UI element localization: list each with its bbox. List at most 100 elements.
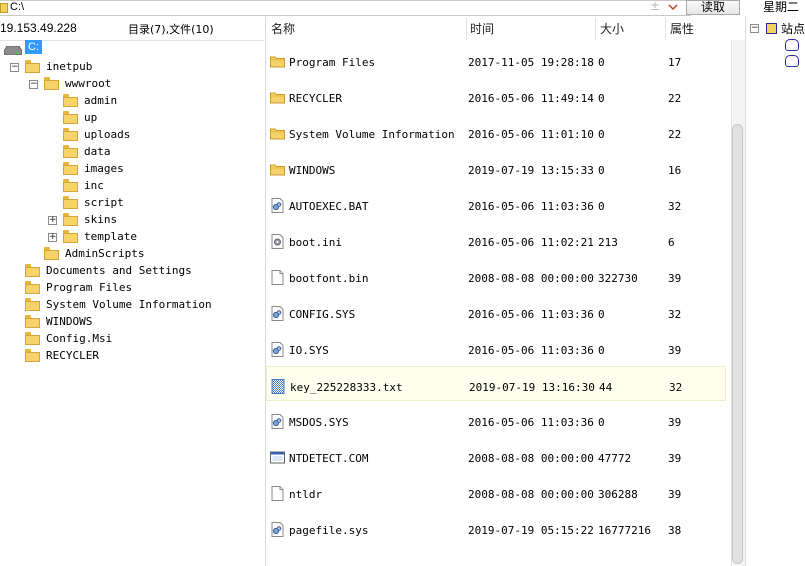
file-size: 0 (598, 128, 605, 141)
address-bar[interactable] (0, 0, 691, 16)
file-row[interactable]: bootfont.bin 2008-08-08 00:00:00 322730 39 (266, 258, 726, 293)
executable-file-icon (270, 450, 285, 465)
folder-icon (25, 315, 40, 328)
file-name: Program Files (289, 56, 376, 69)
column-header-time[interactable]: 时间 (470, 20, 494, 38)
scrollbar-thumb[interactable] (732, 124, 743, 564)
tree-item-label: wwwroot (65, 77, 112, 90)
folder-icon (25, 60, 40, 73)
file-attr: 38 (668, 524, 682, 537)
chevron-down-icon[interactable] (666, 0, 680, 14)
file-attr: 22 (668, 92, 682, 105)
file-row[interactable]: NTDETECT.COM 2008-08-08 00:00:00 47772 39 (266, 438, 726, 473)
file-row[interactable]: pagefile.sys 2019-07-19 05:15:22 16777216 3… (266, 510, 726, 545)
tree-drive-c[interactable]: C: (25, 40, 42, 54)
folder-icon (25, 349, 40, 362)
site-node-icon (766, 23, 777, 34)
file-row[interactable]: AUTOEXEC.BAT 2016-05-06 11:03:36 0 32 (266, 186, 726, 221)
file-time: 2016-05-06 11:03:36 (468, 344, 594, 357)
file-time: 2016-05-06 11:03:36 (468, 200, 594, 213)
site-node-label[interactable]: 站点 (781, 20, 805, 37)
tree-item-label: System Volume Information (46, 298, 212, 311)
folder-icon (63, 128, 78, 141)
tree-item-label: template (84, 230, 137, 243)
folder-icon (270, 90, 285, 105)
text-file-icon (271, 379, 286, 394)
file-row[interactable]: RECYCLER 2016-05-06 11:49:14 0 22 (266, 78, 726, 113)
file-row[interactable]: Program Files 2017-11-05 19:28:18 0 17 (266, 42, 726, 77)
site-child-icon[interactable] (785, 39, 799, 51)
folder-icon (63, 213, 78, 226)
file-row[interactable]: boot.ini 2016-05-06 11:02:21 213 6 (266, 222, 726, 257)
file-list: Program Files 2017-11-05 19:28:18 0 17 RECYC… (266, 40, 730, 566)
file-name: bootfont.bin (289, 272, 369, 285)
file-attr: 22 (668, 128, 682, 141)
site-child-icon[interactable] (785, 55, 799, 67)
folder-icon (63, 196, 78, 209)
tree-item-label: inetpub (46, 60, 93, 73)
file-size: 47772 (598, 452, 632, 465)
tree-item-label: WINDOWS (46, 315, 93, 328)
column-header-size[interactable]: 大小 (600, 20, 624, 38)
collapse-icon[interactable]: − (10, 63, 19, 72)
column-separator[interactable] (665, 18, 666, 40)
tree-item-label: inc (84, 179, 104, 192)
file-attr: 39 (668, 452, 682, 465)
folder-icon (25, 281, 40, 294)
file-row[interactable]: System Volume Information 2016-05-06 11:0… (266, 114, 726, 149)
address-path-text[interactable]: C:\ (10, 0, 24, 14)
file-name: key_225228333.txt (290, 381, 403, 394)
file-row[interactable]: CONFIG.SYS 2016-05-06 11:03:36 0 32 (266, 294, 726, 329)
system-file-icon (270, 522, 285, 537)
expand-icon[interactable]: + (48, 233, 57, 242)
file-attr: 39 (668, 344, 682, 357)
column-separator[interactable] (466, 18, 467, 40)
file-row[interactable]: IO.SYS 2016-05-06 11:03:36 0 39 (266, 330, 726, 365)
folder-icon (25, 264, 40, 277)
tree-item-label: RECYCLER (46, 349, 99, 362)
column-header-name[interactable]: 名称 (271, 20, 295, 38)
folder-icon (63, 230, 78, 243)
file-row[interactable]: ntldr 2008-08-08 00:00:00 306288 39 (266, 474, 726, 509)
file-time: 2008-08-08 00:00:00 (468, 488, 594, 501)
file-time: 2016-05-06 11:49:14 (468, 92, 594, 105)
file-size: 0 (598, 344, 605, 357)
file-size: 0 (598, 200, 605, 213)
tree-item-label: images (84, 162, 124, 175)
collapse-icon[interactable]: − (750, 24, 759, 33)
file-time: 2016-05-06 11:02:21 (468, 236, 594, 249)
file-row[interactable]: MSDOS.SYS 2016-05-06 11:03:36 0 39 (266, 402, 726, 437)
folder-icon (270, 54, 285, 69)
file-time: 2019-07-19 13:15:33 (468, 164, 594, 177)
expand-icon[interactable]: + (48, 216, 57, 225)
column-header-attr[interactable]: 属性 (670, 20, 694, 38)
tree-item-label: Config.Msi (46, 332, 113, 345)
system-file-icon (270, 306, 285, 321)
file-row[interactable]: key_225228333.txt 2019-07-19 13:16:30 44 32 (266, 366, 726, 401)
column-separator[interactable] (595, 18, 596, 40)
settings-file-icon (270, 234, 285, 249)
file-row[interactable]: WINDOWS 2019-07-19 13:15:33 0 16 (266, 150, 726, 185)
file-size: 0 (598, 308, 605, 321)
collapse-icon[interactable]: − (29, 80, 38, 89)
folder-icon (63, 162, 78, 175)
file-name: ntldr (289, 488, 323, 501)
batch-file-icon (270, 198, 285, 213)
read-button[interactable]: 读取 (686, 0, 740, 15)
folder-icon (25, 332, 40, 345)
file-name: WINDOWS (289, 164, 336, 177)
tree-item-label: AdminScripts (65, 247, 145, 260)
file-attr: 39 (668, 272, 682, 285)
file-size: 0 (598, 56, 605, 69)
plus-minus-icon[interactable]: ± (649, 0, 661, 14)
folder-icon (44, 247, 59, 260)
right-pane (745, 16, 805, 566)
file-time: 2019-07-19 13:16:30 (469, 381, 595, 394)
file-name: MSDOS.SYS (289, 416, 349, 429)
file-time: 2008-08-08 00:00:00 (468, 272, 594, 285)
folder-icon (25, 298, 40, 311)
tree-item-label: data (84, 145, 111, 158)
file-name: pagefile.sys (289, 524, 369, 537)
file-time: 2019-07-19 05:15:22 (468, 524, 594, 537)
tree-item-label: Program Files (46, 281, 133, 294)
